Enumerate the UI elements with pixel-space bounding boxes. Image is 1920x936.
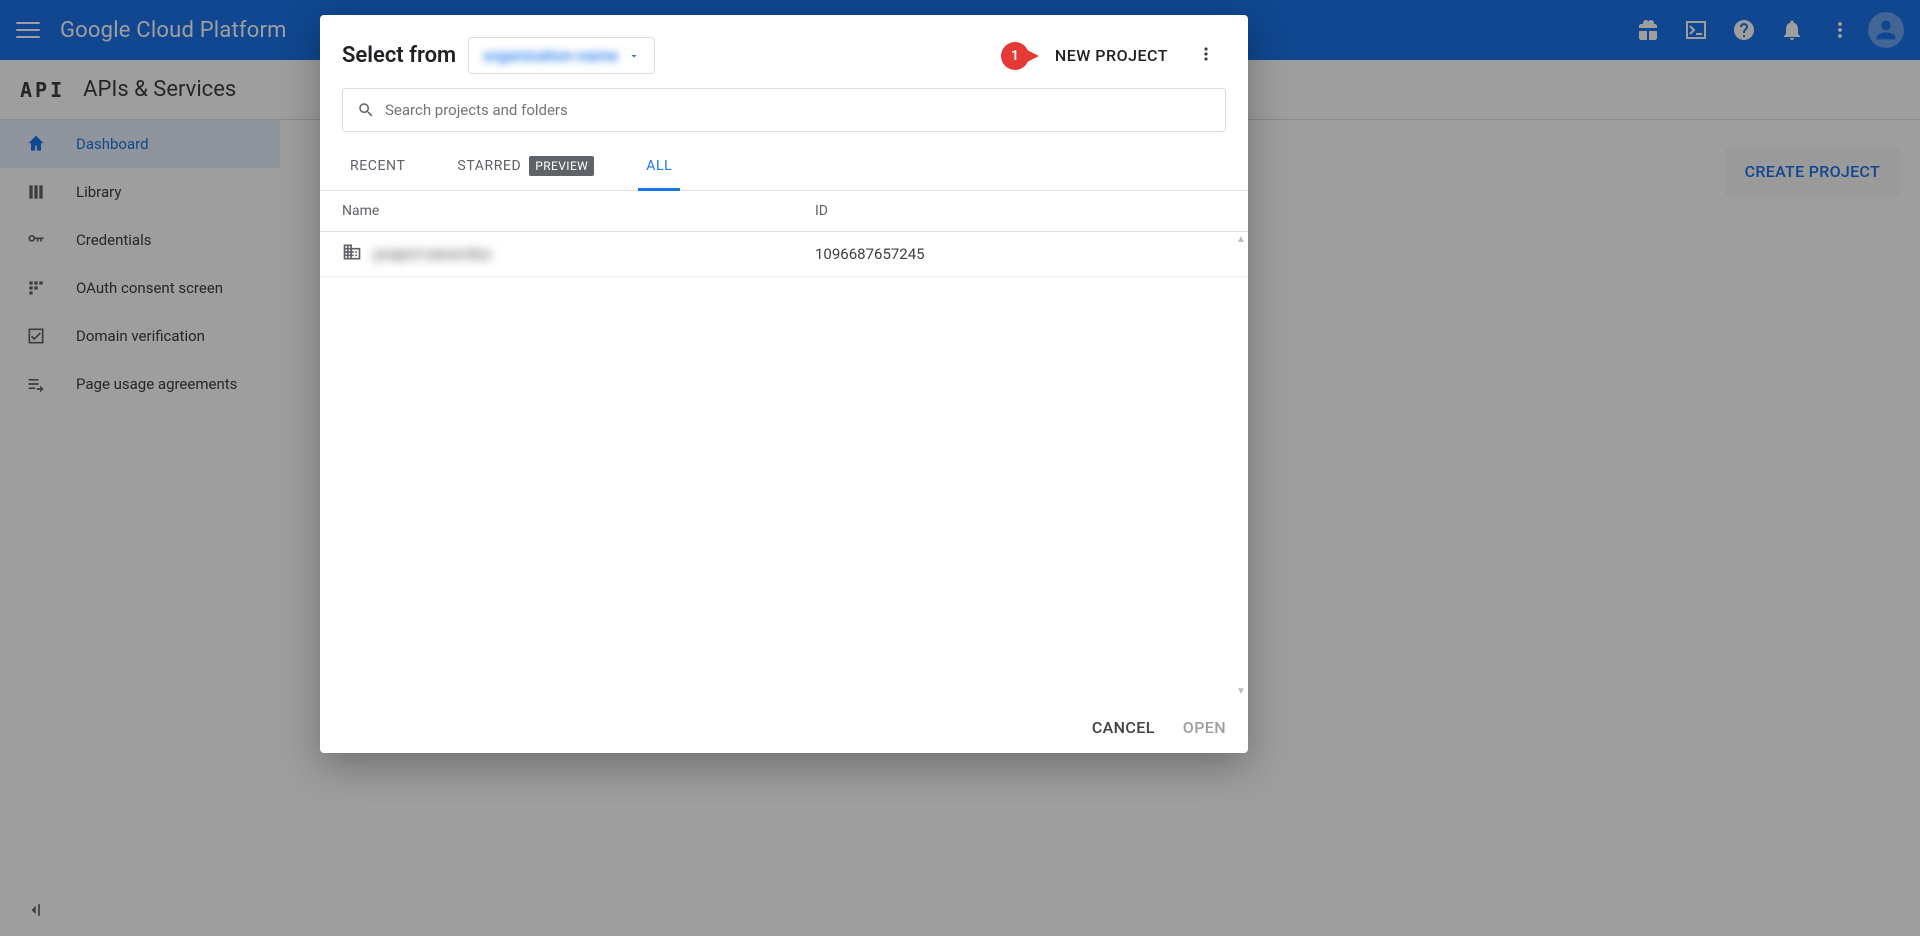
dialog-header: Select from organization-name 1 NEW PROJ… [320,15,1248,88]
organization-icon [342,242,362,266]
table-row[interactable]: project-name-blur 1096687657245 [320,232,1248,277]
project-search-input[interactable] [385,101,1211,119]
chevron-down-icon [628,50,640,62]
dialog-more-icon[interactable] [1196,44,1220,68]
scrollbar-up-icon[interactable]: ▲ [1236,234,1246,248]
project-picker-dialog: Select from organization-name 1 NEW PROJ… [320,15,1248,753]
tab-all[interactable]: ALL [638,142,680,190]
org-selector-label: organization-name [483,46,618,65]
col-header-id: ID [815,203,1226,219]
tab-recent[interactable]: RECENT [342,142,413,190]
tab-starred-label: STARRED [457,158,521,174]
scrollbar-down-icon[interactable]: ▼ [1236,686,1246,700]
open-button[interactable]: OPEN [1183,718,1226,737]
project-table-body[interactable]: project-name-blur 1096687657245 ▲ ▼ [320,232,1248,702]
project-tabs: RECENT STARRED PREVIEW ALL [320,142,1248,191]
project-table-header: Name ID [320,191,1248,232]
search-icon [357,101,375,119]
cancel-button[interactable]: CANCEL [1092,718,1155,737]
preview-badge: PREVIEW [529,156,594,176]
new-project-button[interactable]: NEW PROJECT [1055,46,1168,65]
annotation-step-1: 1 [1001,42,1041,70]
project-name-cell: project-name-blur [374,245,491,263]
dialog-title: Select from [342,43,456,68]
dialog-footer: CANCEL OPEN [320,702,1248,753]
project-id-cell: 1096687657245 [815,245,1226,263]
org-selector-chip[interactable]: organization-name [468,37,655,74]
tab-starred[interactable]: STARRED PREVIEW [449,142,602,190]
project-search-box[interactable] [342,88,1226,132]
col-header-name: Name [342,203,815,219]
